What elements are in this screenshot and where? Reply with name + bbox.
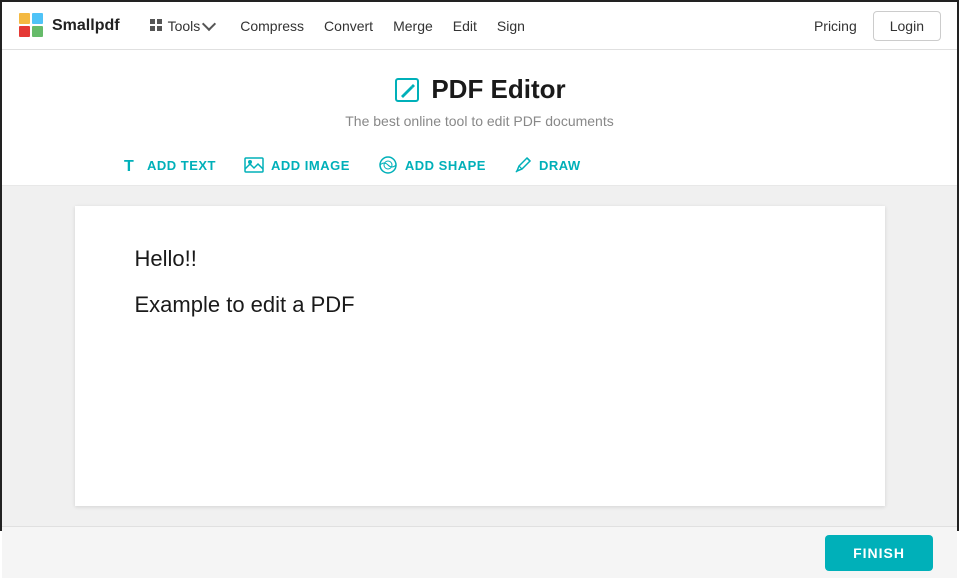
add-text-button[interactable]: T ADD TEXT <box>122 156 216 174</box>
nav-merge[interactable]: Merge <box>393 18 433 34</box>
title-row: PDF Editor <box>2 74 957 105</box>
draw-button[interactable]: DRAW <box>514 156 581 174</box>
page-subtitle: The best online tool to edit PDF documen… <box>2 113 957 129</box>
grid-icon <box>150 19 164 33</box>
footer-bar: FINISH <box>2 526 957 578</box>
edit-icon <box>393 76 421 104</box>
add-shape-button[interactable]: ADD SHAPE <box>378 155 486 175</box>
page-header: PDF Editor The best online tool to edit … <box>2 50 957 145</box>
logo-text: Smallpdf <box>52 17 120 35</box>
chevron-down-icon <box>202 17 216 31</box>
canvas-line-2: Example to edit a PDF <box>135 292 825 318</box>
text-icon: T <box>122 156 140 174</box>
nav-links: Compress Convert Merge Edit Sign <box>240 18 802 34</box>
add-image-label: ADD IMAGE <box>271 158 350 173</box>
add-text-label: ADD TEXT <box>147 158 216 173</box>
draw-label: DRAW <box>539 158 581 173</box>
smallpdf-logo-icon <box>18 12 46 40</box>
tools-label: Tools <box>168 18 201 34</box>
shape-icon <box>378 155 398 175</box>
navbar: Smallpdf Tools Compress Convert Merge Ed… <box>2 2 957 50</box>
add-image-button[interactable]: ADD IMAGE <box>244 157 350 173</box>
pricing-link[interactable]: Pricing <box>802 12 869 40</box>
page-title: PDF Editor <box>431 74 565 105</box>
draw-icon <box>514 156 532 174</box>
editor-area: Hello!! Example to edit a PDF <box>2 186 957 526</box>
finish-button[interactable]: FINISH <box>825 535 933 571</box>
logo[interactable]: Smallpdf <box>18 12 120 40</box>
nav-compress[interactable]: Compress <box>240 18 304 34</box>
svg-text:T: T <box>124 158 134 174</box>
editor-toolbar: T ADD TEXT ADD IMAGE ADD SHAPE <box>2 145 957 186</box>
tools-menu[interactable]: Tools <box>144 14 221 38</box>
add-shape-label: ADD SHAPE <box>405 158 486 173</box>
nav-right: Pricing Login <box>802 11 941 41</box>
canvas-line-1: Hello!! <box>135 246 825 272</box>
nav-sign[interactable]: Sign <box>497 18 525 34</box>
pdf-canvas[interactable]: Hello!! Example to edit a PDF <box>75 206 885 506</box>
image-icon <box>244 157 264 173</box>
login-button[interactable]: Login <box>873 11 941 41</box>
nav-convert[interactable]: Convert <box>324 18 373 34</box>
nav-edit[interactable]: Edit <box>453 18 477 34</box>
